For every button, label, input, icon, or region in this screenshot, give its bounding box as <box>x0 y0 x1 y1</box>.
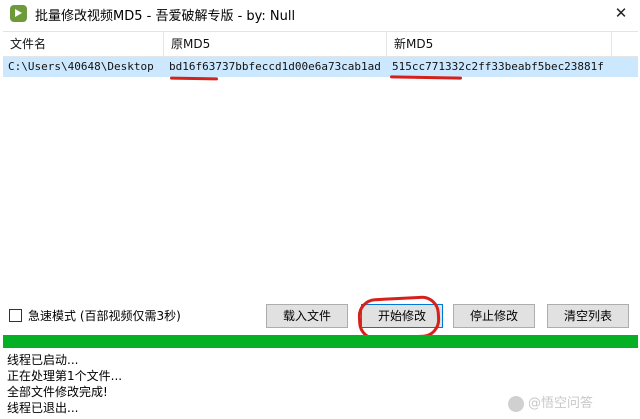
fast-mode-checkbox[interactable] <box>9 309 22 322</box>
column-header-filename[interactable]: 文件名 <box>3 32 164 57</box>
column-header-new-md5[interactable]: 新MD5 <box>387 32 612 57</box>
clear-list-button[interactable]: 清空列表 <box>547 304 629 328</box>
new-md5-cell: 515cc771332c2ff33beabf5bec23881f <box>392 60 604 73</box>
table-row[interactable]: C:\Users\40648\Desktop bd16f63737bbfeccd… <box>3 57 638 77</box>
log-line: 全部文件修改完成! <box>7 385 108 399</box>
watermark-text: @悟空问答 <box>528 396 594 411</box>
log-line: 正在处理第1个文件... <box>7 369 123 383</box>
list-header: 文件名 原MD5 新MD5 <box>3 32 638 57</box>
file-path-cell: C:\Users\40648\Desktop <box>8 60 154 73</box>
app-play-icon <box>10 5 27 22</box>
close-icon[interactable]: ✕ <box>610 2 632 24</box>
stop-modify-button[interactable]: 停止修改 <box>453 304 535 328</box>
column-header-old-md5[interactable]: 原MD5 <box>164 32 387 57</box>
file-list[interactable]: 文件名 原MD5 新MD5 C:\Users\40648\Desktop bd1… <box>3 31 638 293</box>
watermark-logo-icon <box>508 395 524 412</box>
log-line: 线程已启动... <box>7 353 79 367</box>
progress-bar <box>3 335 638 348</box>
watermark: @悟空问答 <box>508 392 593 412</box>
window-title: 批量修改视频MD5 - 吾爱破解专版 - by: Null <box>35 9 296 24</box>
log-line: 线程已退出... <box>7 401 79 415</box>
load-file-button[interactable]: 载入文件 <box>266 304 348 328</box>
progress-fill <box>3 335 638 348</box>
fast-mode-label[interactable]: 急速模式 (百部视频仅需3秒) <box>28 307 181 324</box>
title-bar: 批量修改视频MD5 - 吾爱破解专版 - by: Null ✕ <box>0 0 640 27</box>
log-output: 线程已启动... 正在处理第1个文件... 全部文件修改完成! 线程已退出... <box>7 352 507 416</box>
old-md5-cell: bd16f63737bbfeccd1d00e6a73cab1ad <box>169 60 381 73</box>
